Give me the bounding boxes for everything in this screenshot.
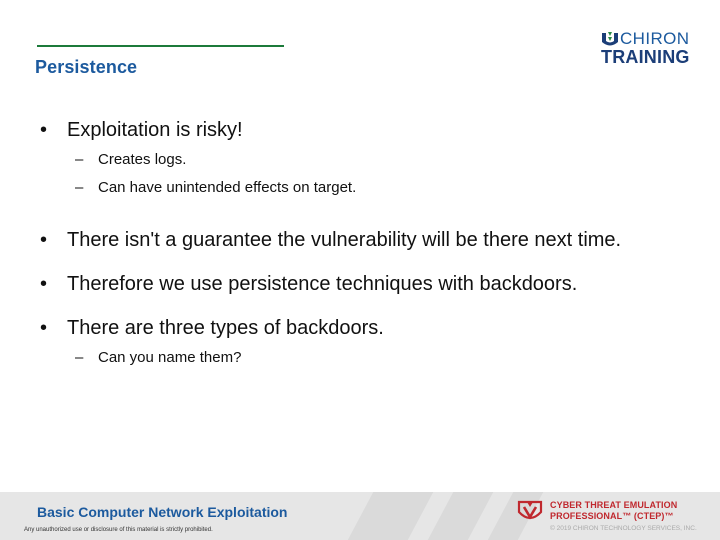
sub-bullet-item: – Can you name them? [40, 344, 680, 372]
sub-bullet-marker: – [75, 349, 84, 366]
sub-bullet-text: Creates logs. [98, 151, 187, 168]
footer-brand-line-1: CYBER THREAT EMULATION [550, 500, 678, 510]
bullet-marker: • [40, 119, 48, 141]
chiron-training-logo: CHIRON TRAINING [598, 27, 698, 67]
sub-bullet-text: Can you name them? [98, 349, 242, 366]
sub-bullet-text: Can have unintended effects on target. [98, 179, 357, 196]
bullet-marker: • [40, 317, 48, 339]
bullet-text: There are three types of backdoors. [67, 317, 384, 339]
sub-bullet-item: – Can have unintended effects on target. [40, 174, 680, 202]
bullet-item: • There isn't a guarantee the vulnerabil… [40, 226, 640, 254]
sub-bullet-marker: – [75, 179, 84, 196]
footer-decor-stripe [421, 492, 499, 540]
sub-bullet-item: – Creates logs. [40, 146, 680, 174]
logo-text-training: TRAINING [601, 47, 690, 67]
bullet-marker: • [40, 229, 48, 251]
footer-copyright: © 2019 CHIRON TECHNOLOGY SERVICES, INC. [550, 525, 697, 532]
footer-decor-stripe [341, 492, 439, 540]
footer-brand-line-2: PROFESSIONAL™ (CTEP)™ [550, 511, 674, 521]
title-underline [37, 45, 284, 47]
footer-legal-notice: Any unauthorized use or disclosure of th… [24, 527, 213, 533]
bullet-item: • There are three types of backdoors. [40, 314, 680, 342]
slide-title: Persistence [35, 57, 138, 77]
slide: Persistence CHIRON TRAINING • Exploitati… [0, 0, 720, 540]
bullet-marker: • [40, 273, 48, 295]
bullet-list: • Exploitation is risky! – Creates logs.… [40, 116, 680, 372]
footer-course-title: Basic Computer Network Exploitation [37, 504, 288, 520]
bullet-text: There isn't a guarantee the vulnerabilit… [67, 229, 622, 251]
bullet-text: Exploitation is risky! [67, 119, 243, 141]
ctep-shield-icon [517, 500, 543, 520]
bullet-item: • Exploitation is risky! [40, 116, 680, 144]
bullet-item: • Therefore we use persistence technique… [40, 270, 680, 298]
sub-bullet-marker: – [75, 151, 84, 168]
bullet-text: Therefore we use persistence techniques … [67, 273, 578, 295]
